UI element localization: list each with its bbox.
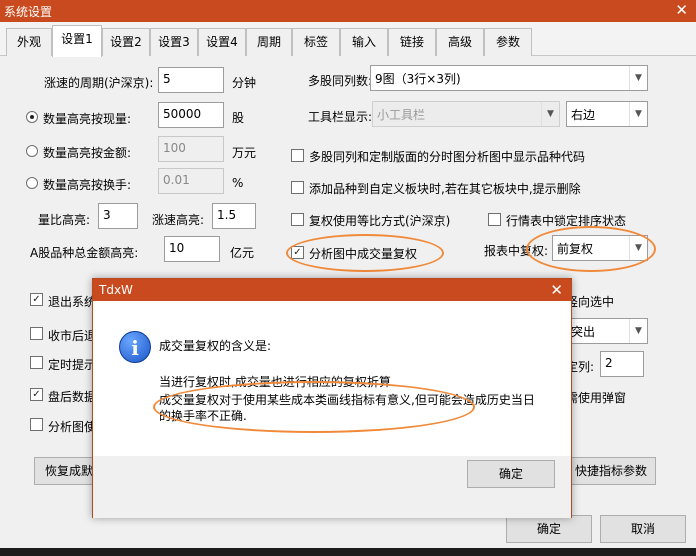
chevron-down-icon: ▼: [629, 102, 647, 126]
radio-highlight-turnover[interactable]: [26, 177, 38, 189]
column-input[interactable]: 2: [600, 351, 644, 377]
toolbar-position-value: 右边: [571, 108, 596, 122]
checkbox-volume-adjust[interactable]: ✓: [291, 246, 304, 259]
radio-highlight-volume[interactable]: [26, 111, 38, 123]
checkbox-lock-sort[interactable]: [488, 213, 501, 226]
dialog-heading: 成交量复权的含义是:: [159, 339, 272, 353]
tab-settings1[interactable]: 设置1: [52, 25, 102, 57]
report-adjust-value: 前复权: [557, 242, 594, 256]
speed-highlight-label: 涨速高亮:: [152, 213, 205, 227]
speed-highlight-input[interactable]: 1.5: [212, 203, 256, 229]
after-hours-data-label: 盘后数据: [48, 390, 97, 404]
cancel-button[interactable]: 取消: [600, 515, 686, 543]
taskbar-strip: [0, 548, 696, 556]
multi-cols-label: 多股同列数:: [308, 74, 373, 88]
dialog-title: TdxW: [99, 283, 133, 297]
add-block-label: 添加品种到自定义板块时,若在其它板块中,提示删除: [309, 182, 581, 196]
window-titlebar: 系统设置 ✕: [0, 0, 696, 22]
popup-label: 需使用弹窗: [566, 391, 627, 405]
after-close-label: 收市后退: [48, 329, 97, 343]
report-adjust-select[interactable]: 前复权 ▼: [552, 235, 648, 261]
chevron-down-icon: ▼: [541, 102, 559, 126]
exit-select-value: 突出: [571, 325, 596, 339]
chevron-down-icon: ▼: [629, 319, 647, 343]
checkbox-after-hours-data[interactable]: ✓: [30, 388, 43, 401]
speed-period-input[interactable]: 5: [158, 67, 224, 93]
tab-input[interactable]: 输入: [340, 28, 388, 56]
tab-settings4[interactable]: 设置4: [198, 28, 246, 56]
analysis-chart-label: 分析图使: [48, 420, 97, 434]
highlight-volume-label: 数量高亮按现量:: [43, 112, 132, 126]
dialog-titlebar: TdxW ✕: [93, 279, 571, 301]
checkbox-equal-ratio[interactable]: [291, 213, 304, 226]
dialog-line-2: 成交量复权对于使用某些成本类画线指标有意义,但可能会造成历史当日: [159, 393, 535, 407]
volume-adjust-label: 分析图中成交量复权: [309, 247, 418, 261]
highlight-amount-label: 数量高亮按金额:: [43, 146, 132, 160]
info-dialog: TdxW ✕ i 成交量复权的含义是: 当进行复权时,成交量也进行相应的复权折算…: [92, 278, 572, 518]
equal-ratio-label: 复权使用等比方式(沪深京): [309, 214, 451, 228]
toolbar-select[interactable]: 小工具栏 ▼: [372, 101, 560, 127]
speed-period-label: 涨速的周期(沪深京):: [44, 76, 154, 90]
show-code-label: 多股同列和定制版面的分时图分析图中显示品种代码: [309, 150, 586, 164]
chevron-down-icon: ▼: [629, 66, 647, 90]
tab-appearance[interactable]: 外观: [6, 28, 52, 56]
report-adjust-label: 报表中复权:: [484, 244, 549, 258]
checkbox-exit-system[interactable]: ✓: [30, 293, 43, 306]
checkbox-add-block-prompt[interactable]: [291, 181, 304, 194]
volume-ratio-label: 量比高亮:: [38, 213, 91, 227]
dialog-ok-button[interactable]: 确定: [467, 460, 555, 488]
lock-sort-label: 行情表中锁定排序状态: [506, 214, 627, 228]
toolbar-position-select[interactable]: 右边 ▼: [566, 101, 648, 127]
tab-links[interactable]: 链接: [388, 28, 436, 56]
chevron-down-icon: ▼: [629, 236, 647, 260]
tab-bar: 外观 设置1 设置2 设置3 设置4 周期 标签 输入 链接 高级 参数: [0, 22, 696, 57]
dialog-line-1: 当进行复权时,成交量也进行相应的复权折算.: [159, 375, 395, 389]
volume-ratio-input[interactable]: 3: [98, 203, 138, 229]
close-icon[interactable]: ✕: [675, 2, 688, 18]
vertical-select-label: 竖向选中: [566, 295, 615, 309]
checkbox-after-close[interactable]: [30, 327, 43, 340]
exit-system-label: 退出系统: [48, 295, 97, 309]
tab-period[interactable]: 周期: [246, 28, 292, 56]
dialog-line-3: 的换手率不正确.: [159, 409, 247, 423]
dialog-footer: 确定: [93, 456, 571, 518]
a-share-total-input[interactable]: 10: [164, 236, 220, 262]
tab-advanced[interactable]: 高级: [436, 28, 484, 56]
toolbar-value: 小工具栏: [377, 108, 426, 122]
multi-cols-value: 9图（3行×3列): [375, 72, 461, 86]
highlight-amount-input[interactable]: 100: [158, 136, 224, 162]
highlight-volume-unit: 股: [232, 111, 245, 125]
multi-cols-select[interactable]: 9图（3行×3列) ▼: [370, 65, 648, 91]
info-icon: i: [119, 331, 151, 363]
highlight-volume-input[interactable]: 50000: [158, 102, 224, 128]
highlight-turnover-unit: %: [232, 176, 244, 190]
dialog-body: i 成交量复权的含义是: 当进行复权时,成交量也进行相应的复权折算. 成交量复权…: [93, 301, 571, 456]
tab-settings2[interactable]: 设置2: [102, 28, 150, 56]
exit-select[interactable]: 突出 ▼: [566, 318, 648, 344]
ok-button[interactable]: 确定: [506, 515, 592, 543]
a-share-total-label: A股品种总金额高亮:: [30, 246, 139, 260]
checkbox-show-code[interactable]: [291, 149, 304, 162]
indicator-params-button[interactable]: 快捷指标参数: [566, 457, 656, 485]
timed-prompt-label: 定时提示: [48, 358, 97, 372]
window-title: 系统设置: [4, 5, 53, 19]
radio-highlight-amount[interactable]: [26, 145, 38, 157]
close-icon[interactable]: ✕: [550, 281, 563, 299]
tab-labels[interactable]: 标签: [292, 28, 340, 56]
a-share-total-unit: 亿元: [230, 246, 255, 260]
highlight-amount-unit: 万元: [232, 146, 257, 160]
tab-params[interactable]: 参数: [484, 28, 532, 56]
toolbar-label: 工具栏显示:: [308, 110, 373, 124]
checkbox-analysis-chart[interactable]: [30, 418, 43, 431]
speed-period-unit: 分钟: [232, 76, 257, 90]
highlight-turnover-input[interactable]: 0.01: [158, 168, 224, 194]
tab-settings3[interactable]: 设置3: [150, 28, 198, 56]
checkbox-timed-prompt[interactable]: [30, 356, 43, 369]
highlight-turnover-label: 数量高亮按换手:: [43, 178, 132, 192]
